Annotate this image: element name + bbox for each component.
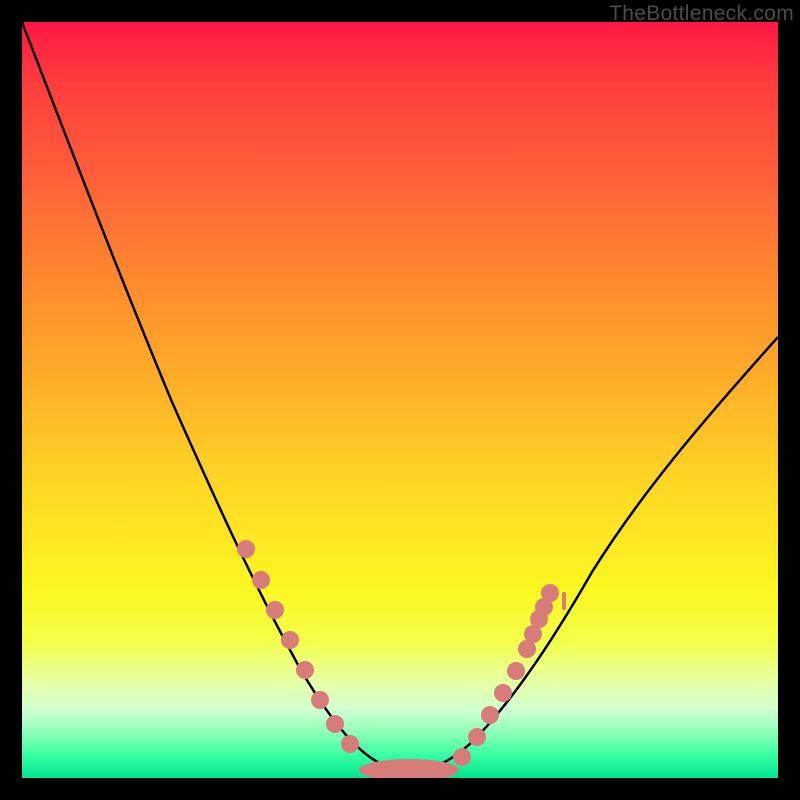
bottleneck-curve — [22, 22, 778, 771]
chart-svg — [22, 22, 778, 778]
watermark-text: TheBottleneck.com — [609, 2, 794, 26]
plot-area — [22, 22, 778, 778]
marker-group — [237, 540, 566, 778]
chart-container: TheBottleneck.com — [0, 0, 800, 800]
